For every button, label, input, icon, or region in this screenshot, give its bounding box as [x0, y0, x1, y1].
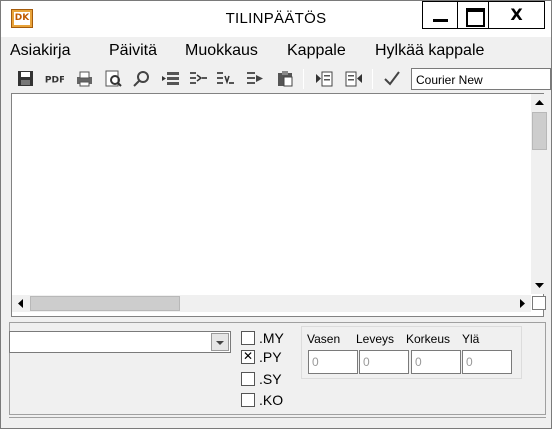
svg-text:PDF: PDF [45, 76, 64, 86]
label-vasen: Vasen [307, 332, 341, 346]
chevron-down-icon[interactable] [211, 333, 229, 351]
style-combobox[interactable] [9, 331, 231, 353]
corner-checkbox[interactable] [532, 296, 546, 310]
field-vasen[interactable]: 0 [308, 350, 358, 374]
next-page-icon[interactable] [314, 68, 334, 89]
label-leveys: Leveys [356, 332, 395, 346]
checkbox-py-box[interactable] [241, 349, 255, 364]
horizontal-scrollbar[interactable] [12, 295, 531, 312]
horizontal-scroll-thumb[interactable] [30, 296, 180, 311]
scroll-left-button[interactable] [12, 295, 29, 312]
print-preview-icon[interactable] [103, 68, 123, 89]
field-yla[interactable]: 0 [462, 350, 512, 374]
label-yla: Ylä [462, 332, 480, 346]
arrow-right-icon [520, 299, 525, 308]
checkbox-my-box[interactable] [241, 331, 255, 345]
checkbox-sy-box[interactable] [241, 372, 255, 386]
field-leveys[interactable]: 0 [359, 350, 409, 374]
prev-page-icon[interactable] [344, 68, 364, 89]
menu-muokkaus[interactable]: Muokkaus [185, 42, 258, 60]
close-button[interactable]: X [488, 1, 545, 29]
outdent-icon[interactable] [215, 68, 235, 89]
menu-kappale[interactable]: Kappale [287, 42, 346, 60]
print-icon[interactable] [74, 68, 94, 89]
toolbar-separator [303, 69, 304, 89]
vertical-scrollbar[interactable] [531, 94, 548, 294]
vertical-scroll-thumb[interactable] [532, 112, 547, 150]
app-window: DK TILINPÄÄTÖS X Asiakirja Päivitä Muokk… [0, 0, 552, 429]
scroll-right-button[interactable] [514, 295, 531, 312]
menu-paivita[interactable]: Päivitä [109, 42, 157, 60]
menu-asiakirja[interactable]: Asiakirja [10, 42, 70, 60]
font-select[interactable]: Courier New [411, 68, 551, 90]
menu-hylkaa-kappale[interactable]: Hylkää kappale [375, 42, 484, 60]
checkbox-ko-box[interactable] [241, 393, 255, 407]
save-icon[interactable] [16, 68, 36, 89]
text-editor[interactable] [11, 93, 548, 317]
close-icon: X [510, 5, 523, 24]
checkbox-py-label: .PY [259, 349, 282, 365]
checkbox-sy-label: .SY [259, 371, 282, 387]
menu-bar: Asiakirja Päivitä Muokkaus Kappale Hylkä… [1, 39, 551, 63]
scroll-down-button[interactable] [531, 277, 548, 294]
check-icon[interactable] [382, 68, 402, 89]
toolbar: PDF Courier New [1, 65, 551, 93]
indent-icon[interactable] [188, 68, 208, 89]
insert-row-icon[interactable] [161, 68, 181, 89]
move-icon[interactable] [245, 68, 265, 89]
title-bar: DK TILINPÄÄTÖS X [1, 1, 551, 37]
search-icon[interactable] [132, 68, 152, 89]
scroll-up-button[interactable] [531, 94, 548, 111]
maximize-button[interactable] [457, 1, 489, 29]
field-korkeus[interactable]: 0 [411, 350, 461, 374]
pdf-icon[interactable]: PDF [44, 68, 66, 89]
label-korkeus: Korkeus [406, 332, 451, 346]
checkbox-my-label: .MY [259, 330, 284, 346]
minimize-button[interactable] [422, 1, 458, 29]
arrow-left-icon [18, 299, 23, 308]
arrow-down-icon [535, 283, 544, 288]
arrow-up-icon [535, 100, 544, 105]
status-bar [9, 417, 546, 429]
checkbox-ko-label: .KO [259, 392, 284, 408]
toolbar-separator [372, 69, 373, 89]
paste-icon[interactable] [275, 68, 295, 89]
